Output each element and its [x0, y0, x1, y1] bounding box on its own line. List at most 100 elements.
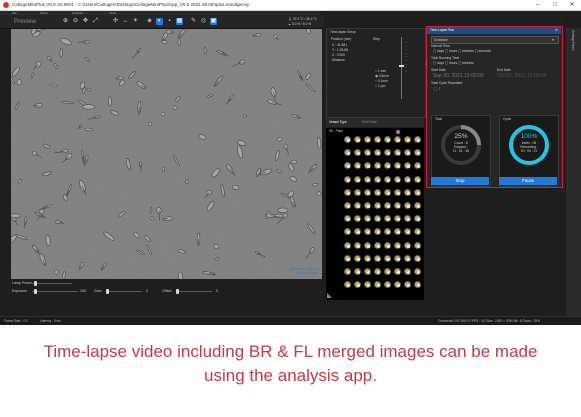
plate-well[interactable] [404, 228, 411, 236]
image-viewport[interactable]: Resolution: 0.88 µm Scale: 100 µm [11, 29, 322, 279]
move-icon[interactable]: ✥ [82, 18, 89, 25]
close-button[interactable]: ✕ [564, 0, 580, 10]
plate-well[interactable] [344, 149, 351, 157]
step-option-3[interactable]: ○ 0.1mm [375, 79, 388, 83]
plate-well[interactable] [374, 241, 381, 249]
plate-well[interactable] [414, 268, 421, 275]
layers-icon[interactable]: ◈ [146, 18, 153, 25]
cycles-field[interactable]: ▢ 1 [433, 86, 441, 91]
offset-value[interactable]: 0 [216, 289, 218, 294]
side-panel-tab[interactable] [566, 28, 581, 318]
plate-well[interactable] [384, 188, 391, 196]
plate-well[interactable] [354, 149, 361, 157]
plate-well[interactable] [414, 281, 421, 289]
plate-well[interactable] [394, 175, 401, 183]
plate-well[interactable] [404, 268, 411, 275]
plate-well[interactable] [354, 281, 361, 289]
step-option-4[interactable]: ○ 1 µm [375, 84, 385, 88]
plate-well[interactable] [364, 228, 371, 236]
plate-well[interactable] [354, 202, 361, 209]
plate-well[interactable] [374, 188, 381, 196]
zoom-in-icon[interactable]: ⊕ [62, 18, 69, 25]
plate-well[interactable] [344, 202, 351, 209]
plate-well[interactable] [414, 175, 421, 183]
gain-knob[interactable] [106, 289, 109, 294]
plate-well[interactable] [374, 162, 381, 170]
stop-button[interactable]: Stop [431, 177, 489, 185]
plate-well[interactable] [384, 136, 391, 143]
plate-well[interactable] [414, 241, 421, 249]
plate-well[interactable] [414, 215, 421, 223]
plate-well[interactable] [344, 175, 351, 183]
plate-well[interactable] [374, 254, 381, 262]
plate-well[interactable] [364, 188, 371, 196]
gain-value[interactable]: 0 [146, 289, 148, 294]
plate-well[interactable] [384, 215, 391, 223]
plate-well[interactable] [374, 202, 381, 209]
grid-icon[interactable]: ▦ [176, 18, 183, 25]
plate-well[interactable] [384, 241, 391, 249]
plate-well[interactable] [414, 136, 421, 143]
plate-well[interactable] [374, 215, 381, 223]
plate-well[interactable] [394, 241, 401, 249]
exposure-value[interactable]: 100 [80, 289, 86, 294]
plate-well[interactable] [394, 254, 401, 262]
plate-well[interactable] [394, 202, 401, 209]
plate-well[interactable] [364, 149, 371, 157]
plate-well[interactable] [394, 268, 401, 275]
plate-well[interactable] [384, 281, 391, 289]
annotate-icon[interactable]: ✎ [190, 18, 197, 25]
contrast-icon[interactable]: ◐ [156, 18, 163, 25]
plate-well[interactable] [384, 254, 391, 262]
plate-well[interactable] [404, 202, 411, 209]
plate-well[interactable] [394, 281, 401, 289]
step-option-2[interactable]: ◉ 0.5mm [375, 74, 389, 78]
plate-well[interactable] [374, 136, 381, 143]
preview-button[interactable]: Preview [14, 17, 36, 26]
plate-well[interactable] [404, 136, 411, 143]
panel-close-icon[interactable]: ✕ [555, 28, 558, 32]
plate-well[interactable] [404, 241, 411, 249]
plate-well[interactable] [364, 281, 371, 289]
plate-well[interactable] [364, 136, 371, 143]
brightness-icon[interactable]: ☀ [132, 18, 139, 25]
plate-well[interactable] [374, 281, 381, 289]
plate-well[interactable] [344, 162, 351, 170]
plate-well[interactable] [354, 254, 361, 262]
screenshot-icon[interactable]: ◎ [200, 18, 207, 25]
plate-well[interactable] [344, 281, 351, 289]
lamp-power-knob[interactable] [34, 281, 37, 286]
plate-well[interactable] [364, 268, 371, 275]
plate-well[interactable] [374, 175, 381, 183]
plate-well[interactable] [384, 162, 391, 170]
plate-well[interactable] [344, 215, 351, 223]
plate-well[interactable] [364, 162, 371, 170]
plate-well[interactable] [404, 149, 411, 157]
plate-well[interactable] [414, 149, 421, 157]
plate-well[interactable] [384, 175, 391, 183]
side-panel-label[interactable]: Settings Panel [571, 30, 575, 51]
plate-well[interactable] [414, 254, 421, 262]
plate-well[interactable] [394, 228, 401, 236]
plate-well[interactable] [354, 175, 361, 183]
pause-button[interactable]: Pause [499, 177, 557, 185]
plate-well[interactable] [344, 268, 351, 275]
z-slider-track[interactable] [401, 37, 402, 99]
plate-well[interactable] [404, 254, 411, 262]
zoom-out-icon[interactable]: ⊖ [72, 18, 79, 25]
maximize-button[interactable]: □ [547, 0, 563, 10]
exposure-slider[interactable] [32, 291, 78, 292]
plate-well[interactable] [344, 136, 351, 143]
plate-well[interactable] [374, 228, 381, 236]
plate-well[interactable] [414, 162, 421, 170]
minimize-button[interactable]: – [530, 0, 546, 10]
plate-well[interactable] [354, 188, 361, 196]
plate-well[interactable] [414, 228, 421, 236]
plate-well[interactable] [404, 215, 411, 223]
crosshair-icon[interactable]: ✣ [112, 18, 119, 25]
plate-well[interactable] [384, 202, 391, 209]
plate-well[interactable] [364, 254, 371, 262]
exposure-knob[interactable] [34, 289, 37, 294]
plate-well[interactable] [354, 162, 361, 170]
lamp-power-slider[interactable] [32, 283, 72, 284]
